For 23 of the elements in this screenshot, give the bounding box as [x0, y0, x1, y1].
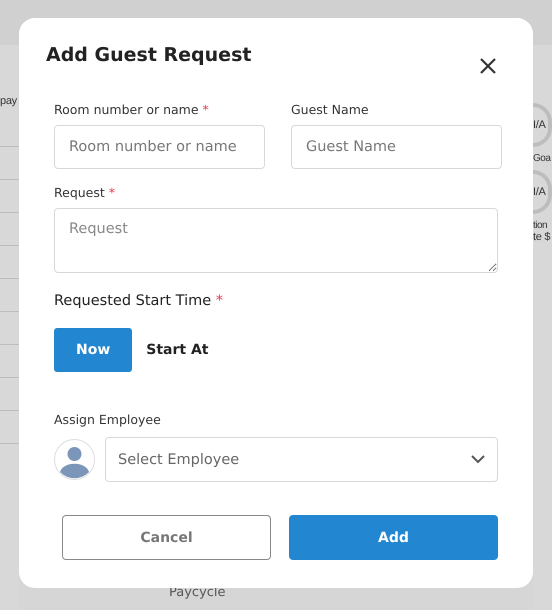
- request-field[interactable]: Request: [54, 208, 498, 273]
- close-icon[interactable]: [478, 56, 498, 76]
- time-option[interactable]: Start At: [146, 328, 209, 372]
- background-text: te $: [533, 231, 552, 243]
- stat-caption: tion: [533, 220, 548, 231]
- background-text: pay: [0, 95, 18, 107]
- stat-value: I/A: [533, 119, 546, 131]
- stat-value: I/A: [533, 186, 546, 198]
- dialog-title: Add Guest Request: [46, 44, 252, 66]
- time-option[interactable]: Now: [54, 328, 132, 372]
- section-label: Requested Start Time *: [54, 293, 224, 309]
- add-button[interactable]: Add: [289, 515, 498, 560]
- field-label: Request *: [54, 185, 116, 200]
- avatar-icon: [54, 439, 95, 480]
- text-field[interactable]: Room number or name: [54, 125, 265, 169]
- text-field[interactable]: Guest Name: [291, 125, 502, 169]
- field-label: Guest Name: [291, 102, 370, 117]
- employee-select[interactable]: Select Employee: [105, 437, 498, 482]
- field-label: Assign Employee: [54, 412, 162, 427]
- stat-caption: Goa: [533, 153, 552, 164]
- field-label: Room number or name *: [54, 102, 210, 117]
- cancel-button[interactable]: Cancel: [62, 515, 271, 560]
- chevron-down-icon: [471, 455, 485, 464]
